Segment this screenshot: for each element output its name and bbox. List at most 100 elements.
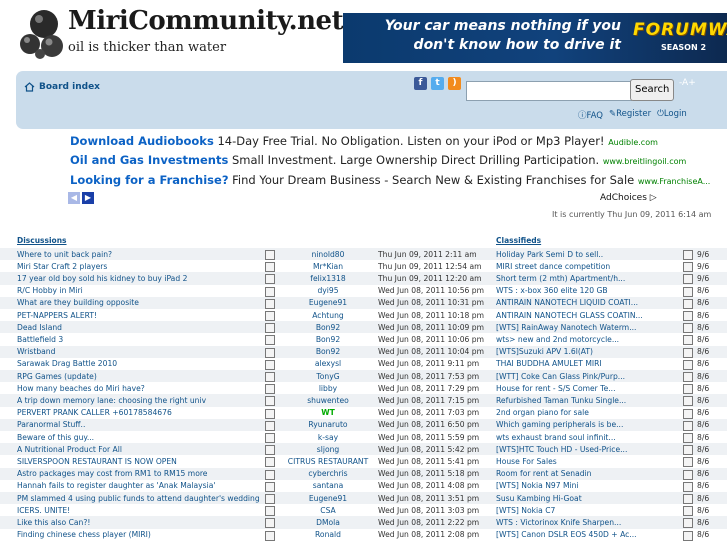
- topic-author-link[interactable]: Ronald: [280, 530, 376, 539]
- classified-title-link[interactable]: wts exhaust brand soul infinit...: [496, 433, 678, 442]
- next-ad-icon[interactable]: ▶: [82, 192, 94, 204]
- topic-title-link[interactable]: Hannah fails to register daughter as 'An…: [17, 481, 265, 490]
- twitter-icon[interactable]: t: [431, 77, 444, 90]
- topic-author-link[interactable]: dyi95: [280, 286, 376, 295]
- classified-title-link[interactable]: [WTS] Nokia C7: [496, 506, 678, 515]
- topic-author-link[interactable]: felix1318: [280, 274, 376, 283]
- view-latest-post-icon[interactable]: [265, 530, 275, 541]
- classifieds-header[interactable]: Classifieds: [496, 236, 541, 245]
- view-latest-post-icon[interactable]: [265, 469, 275, 480]
- classified-title-link[interactable]: Refurbished Taman Tunku Single...: [496, 396, 678, 405]
- oil-drops-logo-icon[interactable]: [18, 8, 66, 60]
- view-latest-post-icon[interactable]: [265, 347, 275, 358]
- view-latest-post-icon[interactable]: [683, 445, 693, 456]
- ad-row[interactable]: Download Audiobooks 14-Day Free Trial. N…: [70, 134, 658, 148]
- topic-title-link[interactable]: Battlefield 3: [17, 335, 265, 344]
- view-latest-post-icon[interactable]: [683, 250, 693, 260]
- rss-icon[interactable]: ): [448, 77, 461, 90]
- view-latest-post-icon[interactable]: [265, 274, 275, 285]
- view-latest-post-icon[interactable]: [265, 250, 275, 260]
- topic-author-link[interactable]: Bon92: [280, 323, 376, 332]
- view-latest-post-icon[interactable]: [265, 506, 275, 517]
- ad-title[interactable]: Download Audiobooks: [70, 134, 214, 148]
- view-latest-post-icon[interactable]: [683, 323, 693, 334]
- topic-title-link[interactable]: PM slammed 4 using public funds to atten…: [17, 494, 265, 503]
- classified-title-link[interactable]: MIRI street dance competition: [496, 262, 678, 271]
- classified-title-link[interactable]: House for rent - S/S Comer Te...: [496, 384, 678, 393]
- topic-title-link[interactable]: Astro packages may cost from RM1 to RM15…: [17, 469, 265, 478]
- topic-author-link[interactable]: CSA: [280, 506, 376, 515]
- search-button[interactable]: Search: [630, 79, 675, 101]
- prev-ad-icon[interactable]: ◀: [68, 192, 80, 204]
- classified-title-link[interactable]: THAI BUDDHA AMULET MIRI: [496, 359, 678, 368]
- topic-title-link[interactable]: ICERS. UNITE!: [17, 506, 265, 515]
- board-index-link[interactable]: Board index: [24, 82, 100, 92]
- topic-author-link[interactable]: Eugene91: [280, 494, 376, 503]
- view-latest-post-icon[interactable]: [265, 335, 275, 346]
- topic-title-link[interactable]: Dead Island: [17, 323, 265, 332]
- view-latest-post-icon[interactable]: [683, 494, 693, 504]
- topic-author-link[interactable]: libby: [280, 384, 376, 393]
- view-latest-post-icon[interactable]: [683, 518, 693, 529]
- view-latest-post-icon[interactable]: [683, 396, 693, 407]
- topic-author-link[interactable]: alexysl: [280, 359, 376, 368]
- view-latest-post-icon[interactable]: [265, 384, 275, 395]
- topic-author-link[interactable]: WT: [280, 408, 376, 417]
- classified-title-link[interactable]: ANTIRAIN NANOTECH GLASS COATIN...: [496, 311, 678, 320]
- view-latest-post-icon[interactable]: [683, 262, 693, 273]
- topic-title-link[interactable]: Like this also Can?!: [17, 518, 265, 527]
- classified-title-link[interactable]: [WTS] Nokia N97 Mini: [496, 481, 678, 490]
- register-link[interactable]: ✎Register: [609, 109, 651, 121]
- view-latest-post-icon[interactable]: [683, 298, 693, 309]
- faq-link[interactable]: ⓘFAQ: [578, 109, 603, 121]
- view-latest-post-icon[interactable]: [265, 420, 275, 431]
- view-latest-post-icon[interactable]: [683, 530, 693, 541]
- topic-author-link[interactable]: ninold80: [280, 250, 376, 259]
- classified-title-link[interactable]: Room for rent at Senadin: [496, 469, 678, 478]
- topic-author-link[interactable]: Ryunaruto: [280, 420, 376, 429]
- classified-title-link[interactable]: ANTIRAIN NANOTECH LIQUID COATI...: [496, 298, 678, 307]
- topic-title-link[interactable]: Beware of this guy...: [17, 433, 265, 442]
- classified-title-link[interactable]: Which gaming peripherals is be...: [496, 420, 678, 429]
- login-link[interactable]: ⏻Login: [657, 109, 687, 121]
- view-latest-post-icon[interactable]: [683, 506, 693, 517]
- classified-title-link[interactable]: wts> new and 2nd motorcycle...: [496, 335, 678, 344]
- view-latest-post-icon[interactable]: [683, 347, 693, 358]
- classified-title-link[interactable]: Susu Kambing Hi-Goat: [496, 494, 678, 503]
- view-latest-post-icon[interactable]: [683, 286, 693, 297]
- topic-title-link[interactable]: How many beaches do Miri have?: [17, 384, 265, 393]
- topic-author-link[interactable]: DMola: [280, 518, 376, 527]
- topic-author-link[interactable]: Eugene91: [280, 298, 376, 307]
- topic-title-link[interactable]: Where to unit back pain?: [17, 250, 265, 259]
- ad-title[interactable]: Looking for a Franchise?: [70, 173, 228, 187]
- view-latest-post-icon[interactable]: [265, 433, 275, 443]
- classified-title-link[interactable]: [WTS] Canon DSLR EOS 450D + Ac...: [496, 530, 678, 539]
- search-input[interactable]: [466, 81, 632, 101]
- view-latest-post-icon[interactable]: [265, 323, 275, 334]
- view-latest-post-icon[interactable]: [265, 445, 275, 456]
- topic-title-link[interactable]: Paranormal Stuff..: [17, 420, 265, 429]
- topic-title-link[interactable]: SILVERSPOON RESTAURANT IS NOW OPEN: [17, 457, 265, 466]
- topic-author-link[interactable]: shuwenteo: [280, 396, 376, 405]
- classified-title-link[interactable]: 2nd organ piano for sale: [496, 408, 678, 417]
- view-latest-post-icon[interactable]: [683, 420, 693, 431]
- classified-title-link[interactable]: [WTT] Coke Can Glass Pink/Purp...: [496, 372, 678, 381]
- classified-title-link[interactable]: WTS : Victorinox Knife Sharpen...: [496, 518, 678, 527]
- topic-title-link[interactable]: R/C Hobby in Miri: [17, 286, 265, 295]
- adchoices-link[interactable]: AdChoices ▷: [600, 193, 657, 203]
- view-latest-post-icon[interactable]: [683, 469, 693, 480]
- classified-title-link[interactable]: [WTS]HTC Touch HD - Used-Price...: [496, 445, 678, 454]
- classified-title-link[interactable]: [WTS]Suzuki APV 1.6l(AT): [496, 347, 678, 356]
- view-latest-post-icon[interactable]: [683, 311, 693, 321]
- ad-row[interactable]: Oil and Gas Investments Small Investment…: [70, 153, 686, 167]
- topic-author-link[interactable]: cyberchris: [280, 469, 376, 478]
- site-title[interactable]: MiriCommunity.net: [68, 6, 344, 36]
- topic-author-link[interactable]: Bon92: [280, 335, 376, 344]
- discussions-header[interactable]: Discussions: [17, 236, 67, 245]
- ad-url[interactable]: www.breitlingoil.com: [603, 157, 686, 166]
- topic-author-link[interactable]: sljong: [280, 445, 376, 454]
- font-size-change[interactable]: -A+: [679, 78, 696, 88]
- view-latest-post-icon[interactable]: [683, 433, 693, 443]
- view-latest-post-icon[interactable]: [265, 298, 275, 309]
- view-latest-post-icon[interactable]: [683, 481, 693, 492]
